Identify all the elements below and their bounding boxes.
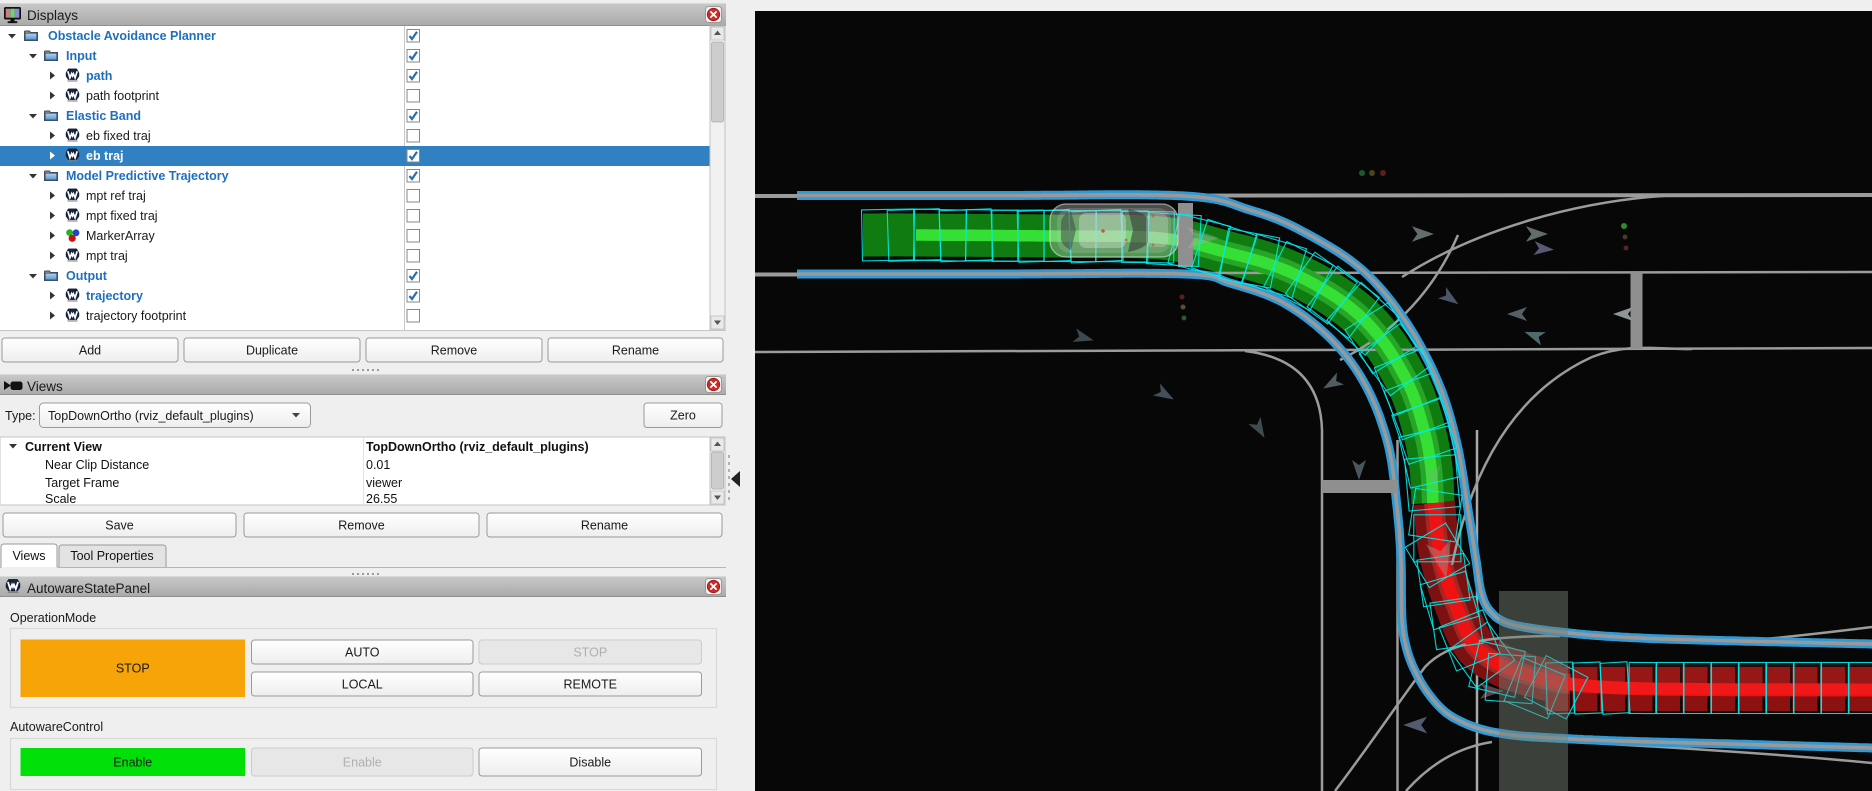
svg-text:Save: Save [105,518,134,532]
svg-text:Enable: Enable [113,755,152,769]
svg-text:Remove: Remove [431,343,478,357]
svg-text:trajectory footprint: trajectory footprint [86,309,187,323]
svg-text:Disable: Disable [569,755,611,769]
svg-text:Rename: Rename [612,343,659,357]
svg-text:trajectory: trajectory [86,289,143,303]
svg-text:TopDownOrtho (rviz_default_plu: TopDownOrtho (rviz_default_plugins) [366,440,589,454]
svg-text:Enable: Enable [343,755,382,769]
svg-text:Views: Views [27,379,63,394]
svg-text:eb traj: eb traj [86,149,124,163]
svg-text:Remove: Remove [338,518,385,532]
svg-text:mpt fixed traj: mpt fixed traj [86,209,158,223]
svg-text:Input: Input [66,49,97,63]
svg-text:AutowareControl: AutowareControl [10,720,103,734]
svg-text:26.55: 26.55 [366,492,397,506]
svg-text:OperationMode: OperationMode [10,611,96,625]
svg-text:Type:: Type: [5,409,36,423]
svg-text:MarkerArray: MarkerArray [86,229,156,243]
svg-text:TopDownOrtho (rviz_default_plu: TopDownOrtho (rviz_default_plugins) [48,409,254,423]
svg-text:AutowareStatePanel: AutowareStatePanel [27,581,150,596]
svg-text:0.01: 0.01 [366,458,390,472]
svg-text:mpt traj: mpt traj [86,249,128,263]
svg-text:Duplicate: Duplicate [246,343,298,357]
svg-text:Zero: Zero [670,409,696,423]
svg-text:Tool Properties: Tool Properties [70,549,153,563]
svg-text:Obstacle Avoidance Planner: Obstacle Avoidance Planner [48,29,216,43]
svg-text:mpt ref traj: mpt ref traj [86,189,146,203]
svg-text:Elastic Band: Elastic Band [66,109,141,123]
svg-text:STOP: STOP [573,645,607,659]
svg-text:STOP: STOP [116,662,150,676]
svg-text:Scale: Scale [45,492,76,506]
svg-text:Model Predictive Trajectory: Model Predictive Trajectory [66,169,229,183]
svg-text:Displays: Displays [27,8,78,23]
svg-text:Rename: Rename [581,518,628,532]
svg-text:eb fixed traj: eb fixed traj [86,129,151,143]
svg-text:AUTO: AUTO [345,645,380,659]
svg-text:LOCAL: LOCAL [342,677,383,691]
svg-text:Near Clip Distance: Near Clip Distance [45,458,149,472]
svg-text:Add: Add [79,343,101,357]
svg-text:Output: Output [66,269,108,283]
svg-text:Views: Views [12,549,45,563]
svg-text:Target Frame: Target Frame [45,476,119,490]
svg-text:viewer: viewer [366,476,402,490]
svg-text:Current View: Current View [25,440,102,454]
svg-text:path: path [86,69,112,83]
svg-text:path footprint: path footprint [86,89,159,103]
svg-text:REMOTE: REMOTE [564,677,617,691]
